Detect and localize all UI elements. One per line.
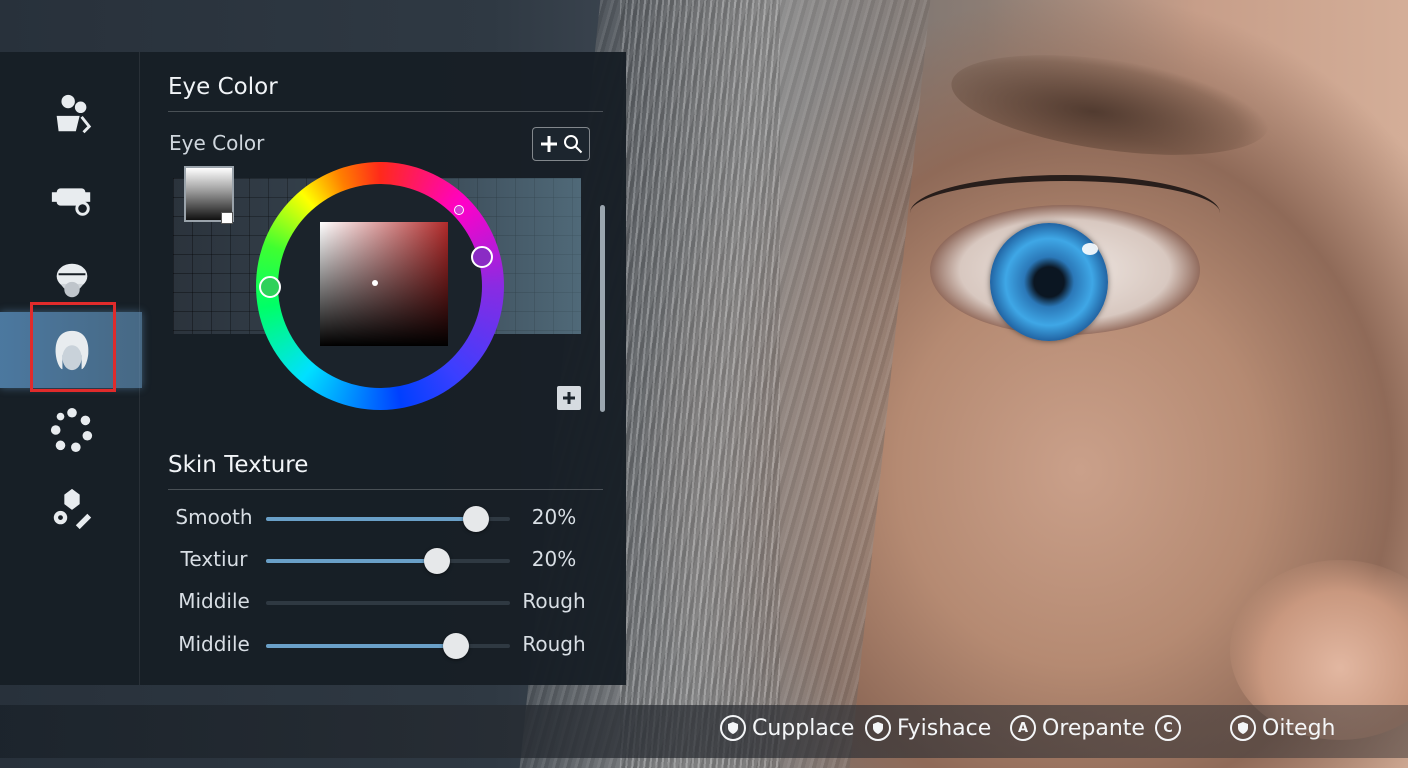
settings-content: Eye Color Eye Color Skin Texture Smooth …	[168, 52, 605, 685]
saturation-value-square[interactable]	[320, 222, 448, 346]
c-button-icon: C	[1155, 715, 1181, 741]
advanced-settings-icon	[53, 488, 92, 530]
shield-button-icon	[720, 715, 746, 741]
shield-button-icon	[865, 715, 891, 741]
slider-track[interactable]	[266, 506, 510, 532]
texture-slider-row: Middile Rough	[168, 630, 598, 660]
hint-label: Orepante	[1042, 715, 1145, 741]
selected-category-frame	[30, 302, 116, 392]
body-settings-icon	[51, 188, 91, 216]
slider-track[interactable]	[266, 548, 510, 574]
category-rail	[0, 52, 142, 685]
rail-advanced-settings[interactable]	[40, 476, 104, 540]
zoom-in-icon	[564, 135, 583, 154]
section-divider	[168, 111, 603, 112]
picker-scrollbar[interactable]	[600, 205, 605, 412]
hue-handle-green[interactable]	[259, 276, 281, 298]
iris-render	[990, 223, 1108, 341]
slider-thumb[interactable]	[423, 548, 450, 574]
hint-orepante[interactable]: A Orepante	[1010, 715, 1145, 741]
slider-label: Middile	[178, 632, 250, 656]
hair-strands	[620, 0, 780, 768]
add-icon	[541, 136, 557, 152]
features-ring-icon	[50, 407, 93, 453]
swatch-resize-handle[interactable]	[221, 212, 233, 224]
character-profile-icon	[56, 94, 92, 134]
texture-slider-row: Textiur 20%	[168, 545, 598, 575]
slider-value: 20%	[531, 505, 577, 529]
slider-value: 20%	[531, 547, 577, 571]
rail-character-profile[interactable]	[40, 82, 104, 146]
slider-track[interactable]	[266, 633, 510, 659]
plus-icon	[563, 392, 575, 404]
hint-c[interactable]: C	[1155, 715, 1181, 741]
hue-marker[interactable]	[454, 205, 464, 215]
add-swatch-button[interactable]	[557, 386, 581, 410]
slider-thumb[interactable]	[443, 633, 470, 659]
zoom-button[interactable]	[532, 127, 590, 161]
rail-features-ring[interactable]	[40, 398, 104, 462]
slider-label: Textiur	[180, 547, 248, 571]
eyebrow-render	[945, 38, 1275, 172]
customization-panel: Eye Color Eye Color Skin Texture Smooth …	[0, 52, 626, 685]
hint-oitegh[interactable]: Oitegh	[1230, 715, 1336, 741]
slider-thumb[interactable]	[462, 506, 489, 532]
slider-fill	[266, 559, 437, 563]
controller-hint-bar: Cupplace Fyishace A Orepante C Oitegh	[0, 705, 1408, 758]
hint-label: Cupplace	[752, 715, 855, 741]
sv-picker-dot[interactable]	[372, 280, 378, 286]
eye-color-label: Eye Color	[169, 131, 265, 155]
hint-label: Oitegh	[1262, 715, 1336, 741]
section-divider	[168, 489, 603, 490]
slider-label: Middile	[178, 589, 250, 613]
hint-label: Fyishace	[897, 715, 992, 741]
shield-button-icon	[1230, 715, 1256, 741]
head-shape-icon	[56, 263, 88, 298]
eye-render	[910, 175, 1220, 341]
hint-cupplace[interactable]: Cupplace	[720, 715, 854, 741]
slider-label: Smooth	[175, 505, 253, 529]
slider-fill	[266, 644, 457, 648]
rail-body-settings[interactable]	[40, 166, 104, 230]
eye-color-section-title: Eye Color	[168, 74, 278, 100]
slider-fill	[266, 517, 476, 521]
slider-value: Rough	[522, 632, 586, 656]
hue-handle-purple[interactable]	[471, 246, 493, 268]
a-button-icon: A	[1010, 715, 1036, 741]
slider-value: Rough	[522, 589, 586, 613]
hint-fyishace[interactable]: Fyishace	[865, 715, 991, 741]
slider-track[interactable]	[266, 601, 510, 605]
texture-slider-row: Smooth 20%	[168, 503, 598, 533]
texture-slider-row: Middile Rough	[168, 587, 598, 617]
skin-texture-section-title: Skin Texture	[168, 452, 309, 478]
